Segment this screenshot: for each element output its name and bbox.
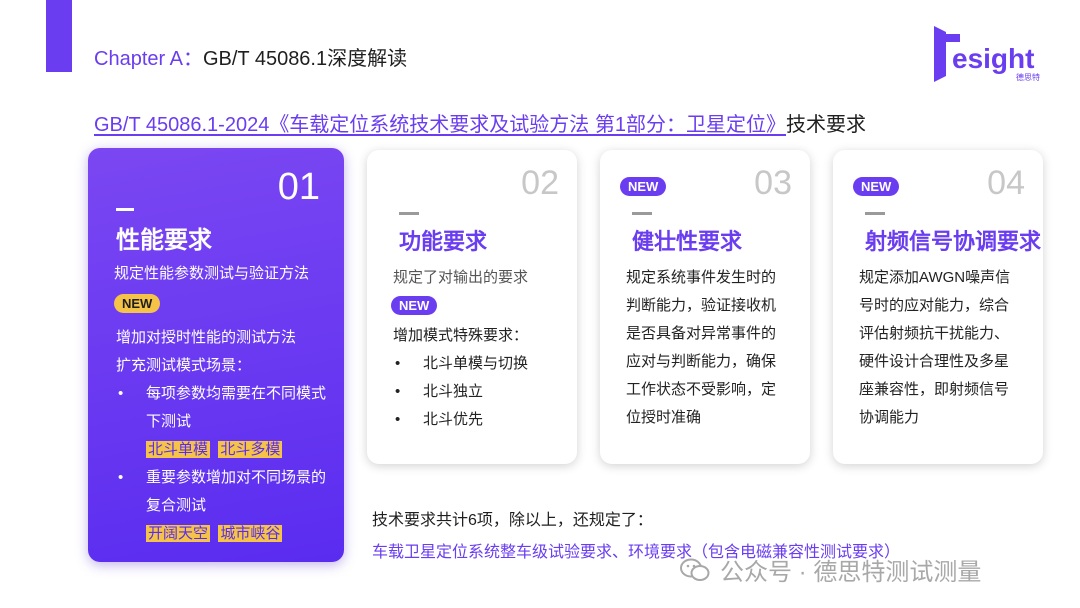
tag-row: 北斗单模 北斗多模	[116, 436, 326, 464]
card-function: 02 功能要求 规定了对输出的要求 NEW 增加模式特殊要求： 北斗单模与切换 …	[367, 150, 577, 464]
card-number: 03	[754, 164, 792, 202]
bullet-item: 重要参数增加对不同场景的复合测试	[116, 464, 326, 520]
bullet-item: 北斗独立	[393, 378, 557, 406]
card-number: 04	[987, 164, 1025, 202]
bullet-text: 重要参数增加对不同场景的复合测试	[146, 469, 327, 514]
tag: 开阔天空	[146, 525, 211, 542]
bullet-text: 每项参数均需要在不同模式下测试	[146, 385, 327, 430]
body-line: 增加对授时性能的测试方法	[116, 329, 297, 346]
bullet-item: 每项参数均需要在不同模式下测试	[116, 380, 326, 436]
tesight-logo: esight 德思特	[932, 24, 1044, 84]
bullet-item: 北斗单模与切换	[393, 350, 557, 378]
card-number: 02	[521, 164, 559, 202]
accent-bar	[46, 0, 72, 72]
card-body: 规定添加AWGN噪声信号时的应对能力，综合评估射频抗干扰能力、硬件设计合理性及多…	[859, 269, 1011, 426]
card-title: 射频信号协调要求	[865, 229, 1042, 254]
summary-line: 技术要求共计6项，除以上，还规定了：	[372, 512, 653, 529]
title-dash	[116, 208, 134, 211]
new-badge: NEW	[114, 294, 161, 313]
card-title: 性能要求	[116, 227, 212, 254]
tag: 北斗多模	[218, 441, 283, 458]
card-number: 01	[277, 166, 320, 208]
tag: 城市峡谷	[218, 525, 283, 542]
card-body: 规定系统事件发生时的判断能力，验证接收机是否具备对异常事件的应对与判断能力，确保…	[626, 269, 777, 426]
logo-subtext: 德思特	[1016, 72, 1040, 82]
card-body: 规定了对输出的要求 NEW 增加模式特殊要求： 北斗单模与切换 北斗独立 北斗优…	[391, 264, 557, 434]
tag-row: 开阔天空 城市峡谷	[116, 520, 326, 548]
title-dash	[865, 212, 885, 215]
card-title: 功能要求	[399, 229, 488, 254]
title-dash	[632, 212, 652, 215]
card-body: 增加对授时性能的测试方法 扩充测试模式场景： 每项参数均需要在不同模式下测试 北…	[116, 324, 326, 548]
card-desc: 规定性能参数测试与验证方法	[114, 265, 310, 282]
new-badge: NEW	[391, 296, 438, 315]
chapter-title: Chapter A：GB/T 45086.1深度解读	[94, 42, 407, 71]
standard-headline: GB/T 45086.1-2024《车载定位系统技术要求及试验方法 第1部分：卫…	[94, 108, 866, 137]
chapter-prefix: Chapter A：	[94, 48, 203, 70]
title-dash	[399, 212, 419, 215]
wechat-icon	[680, 558, 710, 581]
body-line: 增加模式特殊要求：	[393, 327, 529, 344]
card-robustness: NEW 03 健壮性要求 规定系统事件发生时的判断能力，验证接收机是否具备对异常…	[600, 150, 810, 464]
new-badge: NEW	[853, 177, 900, 196]
bullet-item: 北斗优先	[393, 406, 557, 434]
chapter-name: GB/T 45086.1深度解读	[202, 48, 408, 70]
headline-tail: 技术要求	[786, 114, 866, 136]
card-desc: 规定了对输出的要求	[393, 269, 529, 286]
card-rf-coordination: NEW 04 射频信号协调要求 规定添加AWGN噪声信号时的应对能力，综合评估射…	[833, 150, 1043, 464]
watermark-text: 公众号 · 德思特测试测量	[720, 559, 982, 586]
card-title: 健壮性要求	[632, 229, 743, 254]
watermark: 公众号 · 德思特测试测量	[680, 552, 981, 587]
tag: 北斗单模	[146, 441, 211, 458]
standard-link[interactable]: GB/T 45086.1-2024《车载定位系统技术要求及试验方法 第1部分：卫…	[94, 114, 786, 136]
card-performance: 01 性能要求 规定性能参数测试与验证方法 NEW 增加对授时性能的测试方法 扩…	[88, 148, 344, 562]
new-badge: NEW	[620, 177, 667, 196]
body-line: 扩充测试模式场景：	[116, 357, 252, 374]
logo-wordmark: esight	[952, 43, 1034, 74]
